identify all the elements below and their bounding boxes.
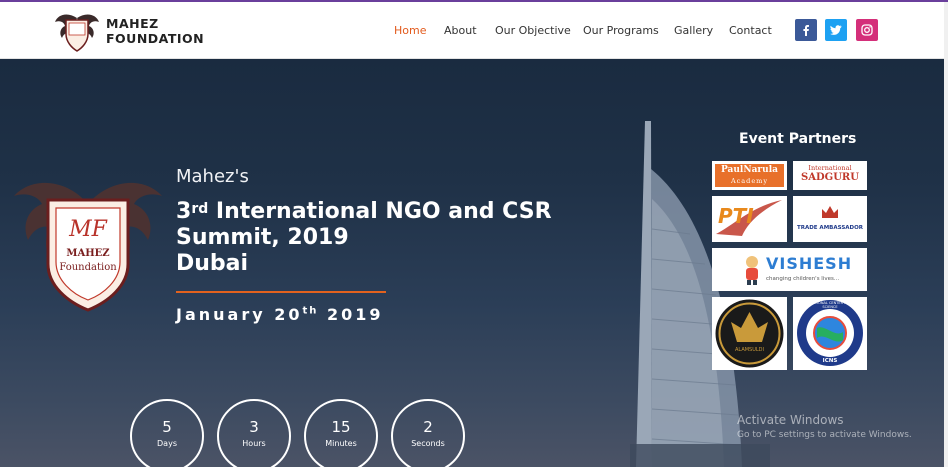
icns-ring-text: INTERNATIONAL CENTER NATURAL SCIENCE (799, 301, 861, 309)
windows-activation-title: Activate Windows (737, 413, 844, 427)
nav-our-programs[interactable]: Our Programs (583, 24, 659, 37)
countdown-seconds-value: 2 (423, 418, 433, 436)
countdown-days-label: Days (157, 439, 177, 448)
partner-logo-vishesh[interactable]: VISHESH changing children's lives... (712, 248, 867, 291)
page-scrollbar[interactable] (944, 2, 948, 467)
partner-logo-trade-ambassador[interactable]: TRADE AMBASSADOR (793, 196, 867, 242)
brand-name-line2: FOUNDATION (106, 31, 205, 46)
countdown-seconds: 2 Seconds (391, 399, 465, 467)
trade-ambassador-name: TRADE AMBASSADOR (796, 225, 864, 231)
nav-about[interactable]: About (444, 24, 477, 37)
hero-banner: MF MAHEZ Foundation Mahez's 3rd Internat… (0, 59, 944, 467)
vishesh-mascot-icon (746, 256, 758, 285)
partner-logo-paulnarula[interactable]: PaulNarula Academy (712, 161, 787, 190)
event-title-line1: 3rd International NGO and CSR (176, 199, 552, 225)
event-title: 3rd International NGO and CSR Summit, 20… (176, 199, 552, 277)
countdown-minutes-value: 15 (331, 418, 351, 436)
crown-icon (822, 206, 838, 218)
partner-logo-icns[interactable]: ICNS INTERNATIONAL CENTER NATURAL SCIENC… (793, 297, 867, 370)
partner-logo-alamsuldi[interactable]: ALAMSULDI (712, 297, 787, 370)
event-title-line3: Dubai (176, 251, 249, 276)
alamsuldi-emblem-icon (715, 299, 784, 368)
windows-activation-subtitle: Go to PC settings to activate Windows. (737, 430, 912, 440)
site-header: MAHEZ FOUNDATION Home About Our Objectiv… (0, 2, 948, 59)
facebook-icon (803, 25, 809, 36)
event-partners-heading: Event Partners (739, 131, 857, 147)
countdown-days-value: 5 (162, 418, 172, 436)
partner-logo-sadguru[interactable]: International SADGURU (793, 161, 867, 190)
event-date: January 20th 2019 (176, 305, 384, 324)
pti-name: PTI (718, 204, 754, 228)
facebook-link[interactable] (795, 19, 817, 41)
brand-name-line1: MAHEZ (106, 16, 159, 31)
twitter-icon (830, 25, 842, 35)
mahez-emblem-icon (55, 14, 99, 52)
mahez-foundation-emblem-icon: MF MAHEZ Foundation (14, 182, 162, 312)
hero-intro: Mahez's (176, 166, 249, 187)
emblem-monogram: MF (68, 217, 108, 242)
title-rest: International NGO and CSR (208, 199, 552, 224)
instagram-link[interactable] (856, 19, 878, 41)
date-suffix: th (302, 305, 319, 317)
nav-contact[interactable]: Contact (729, 24, 772, 37)
ordinal-number: 3 (176, 199, 192, 224)
date-main: January 20 (176, 305, 303, 324)
countdown-seconds-label: Seconds (411, 439, 445, 448)
paulnarula-name: PaulNarula (721, 165, 778, 175)
alamsuldi-name: ALAMSULDI (735, 347, 764, 353)
countdown-minutes: 15 Minutes (304, 399, 378, 467)
twitter-link[interactable] (825, 19, 847, 41)
title-divider (176, 291, 386, 293)
countdown-days: 5 Days (130, 399, 204, 467)
sadguru-name: SADGURU (801, 172, 859, 183)
brand-logo[interactable]: MAHEZ FOUNDATION (54, 8, 214, 54)
countdown-minutes-label: Minutes (325, 439, 357, 448)
icns-name: ICNS (822, 358, 838, 364)
date-year: 2019 (318, 305, 384, 324)
paulnarula-academy: Academy (730, 177, 769, 185)
emblem-line1: MAHEZ (66, 248, 109, 259)
countdown-hours-value: 3 (249, 418, 259, 436)
vishesh-tagline: changing children's lives... (766, 276, 840, 282)
countdown-hours-label: Hours (242, 439, 266, 448)
vishesh-name: VISHESH (766, 254, 853, 273)
nav-home[interactable]: Home (394, 24, 426, 37)
instagram-icon (861, 24, 873, 36)
nav-our-objective[interactable]: Our Objective (495, 24, 571, 37)
emblem-line2: Foundation (59, 262, 117, 273)
partner-logo-pti[interactable]: PTI (712, 196, 787, 242)
countdown-hours: 3 Hours (217, 399, 291, 467)
nav-gallery[interactable]: Gallery (674, 24, 713, 37)
event-title-line2: Summit, 2019 (176, 225, 349, 250)
sadguru-international: International (808, 164, 852, 172)
ordinal-suffix: rd (191, 201, 209, 217)
